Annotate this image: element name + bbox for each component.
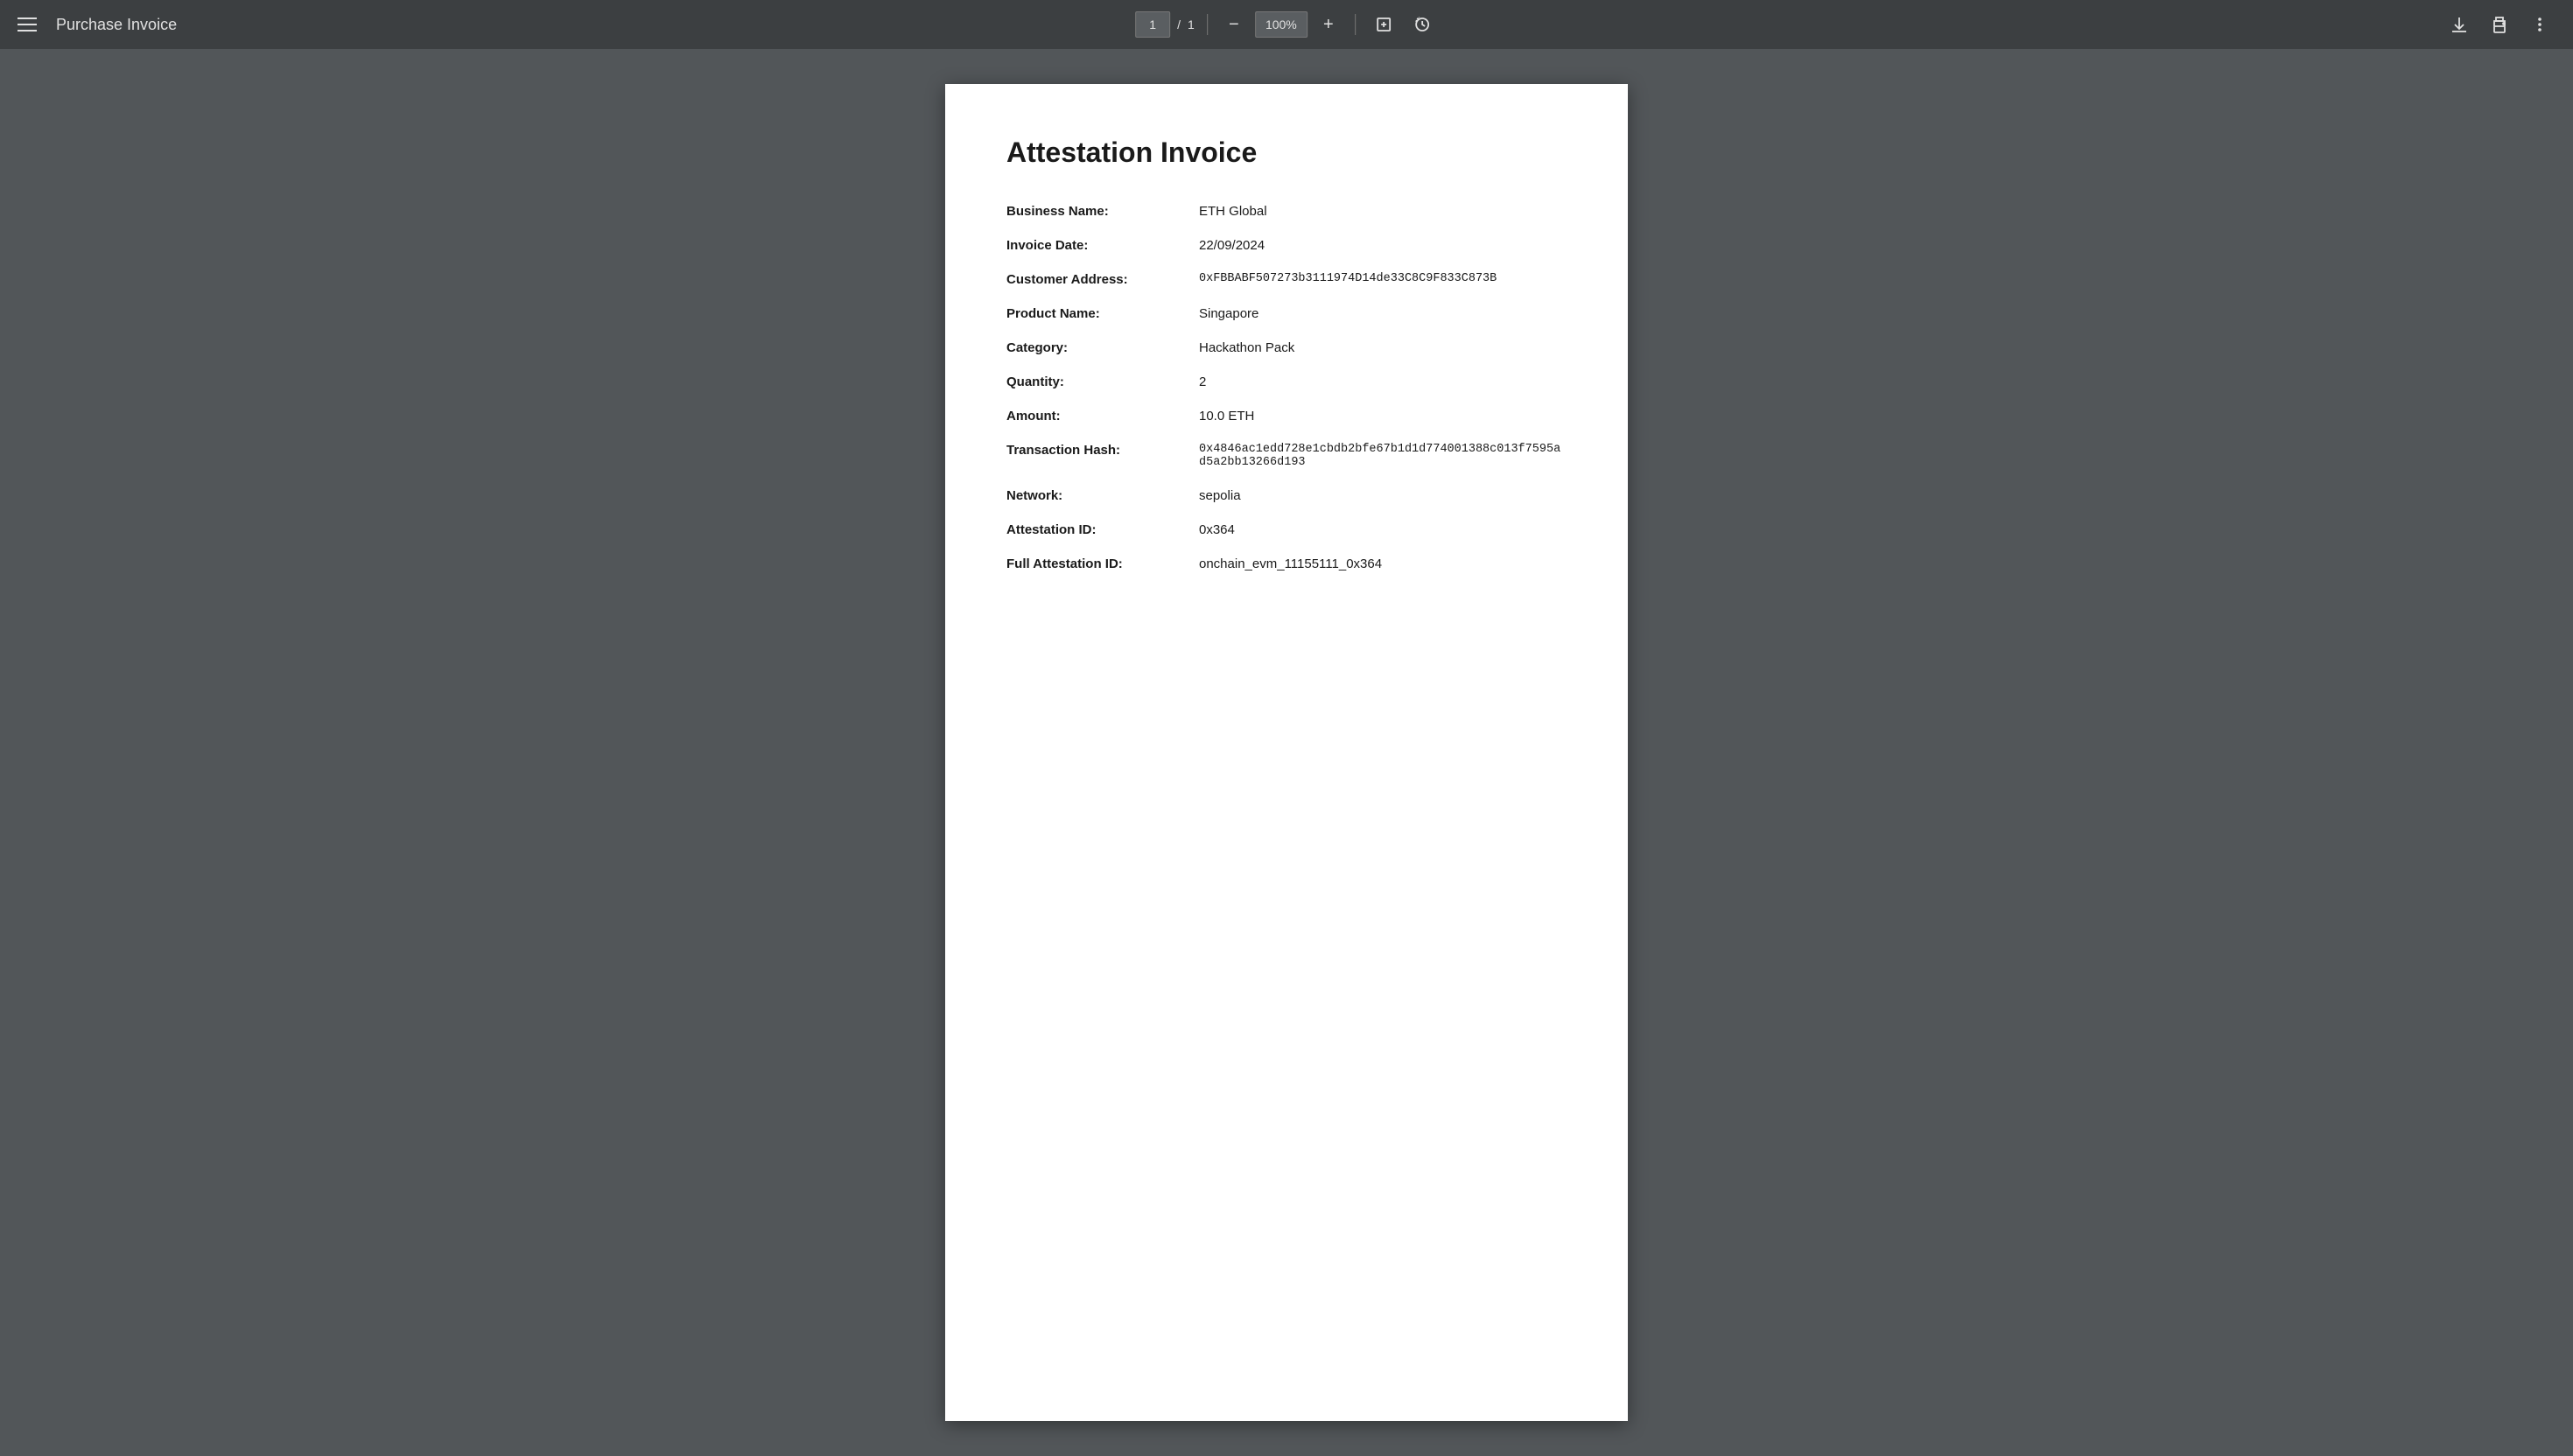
toolbar-center: / 1 − 100% + bbox=[1135, 9, 1438, 40]
document-title: Attestation Invoice bbox=[1006, 136, 1567, 169]
field-value-5: 2 bbox=[1199, 374, 1206, 389]
field-row: Product Name:Singapore bbox=[1006, 306, 1567, 321]
field-row: Customer Address:0xFBBABF507273b3111974D… bbox=[1006, 272, 1567, 287]
print-button[interactable] bbox=[2484, 9, 2515, 40]
field-label-1: Invoice Date: bbox=[1006, 238, 1199, 253]
more-options-button[interactable] bbox=[2524, 9, 2555, 40]
field-row: Transaction Hash:0x4846ac1edd728e1cbdb2b… bbox=[1006, 443, 1567, 469]
field-label-0: Business Name: bbox=[1006, 204, 1199, 219]
zoom-out-button[interactable]: − bbox=[1220, 10, 1248, 38]
field-row: Quantity:2 bbox=[1006, 374, 1567, 389]
field-value-4: Hackathon Pack bbox=[1199, 340, 1294, 355]
field-value-10: onchain_evm_11155111_0x364 bbox=[1199, 556, 1382, 571]
download-button[interactable] bbox=[2443, 9, 2475, 40]
toolbar-right bbox=[2443, 9, 2555, 40]
field-value-0: ETH Global bbox=[1199, 204, 1267, 219]
field-row: Invoice Date:22/09/2024 bbox=[1006, 238, 1567, 253]
field-row: Business Name:ETH Global bbox=[1006, 204, 1567, 219]
field-row: Amount:10.0 ETH bbox=[1006, 409, 1567, 424]
invoice-fields: Business Name:ETH Global Invoice Date:22/… bbox=[1006, 204, 1567, 571]
field-label-5: Quantity: bbox=[1006, 374, 1199, 389]
field-value-3: Singapore bbox=[1199, 306, 1258, 321]
pdf-viewer: Attestation Invoice Business Name:ETH Gl… bbox=[0, 49, 2573, 1456]
field-label-10: Full Attestation ID: bbox=[1006, 556, 1199, 571]
page-number-input[interactable] bbox=[1135, 11, 1170, 38]
zoom-level-display: 100% bbox=[1255, 11, 1308, 38]
field-value-9: 0x364 bbox=[1199, 522, 1235, 537]
history-button[interactable] bbox=[1406, 9, 1438, 40]
pdf-page: Attestation Invoice Business Name:ETH Gl… bbox=[945, 84, 1628, 1421]
field-label-6: Amount: bbox=[1006, 409, 1199, 424]
field-value-7: 0x4846ac1edd728e1cbdb2bfe67b1d1d77400138… bbox=[1199, 443, 1567, 469]
toolbar-title: Purchase Invoice bbox=[56, 16, 177, 34]
page-total: 1 bbox=[1188, 18, 1195, 32]
field-value-6: 10.0 ETH bbox=[1199, 409, 1254, 424]
field-label-9: Attestation ID: bbox=[1006, 522, 1199, 537]
fit-page-button[interactable] bbox=[1368, 9, 1399, 40]
field-row: Category:Hackathon Pack bbox=[1006, 340, 1567, 355]
field-value-2: 0xFBBABF507273b3111974D14de33C8C9F833C87… bbox=[1199, 272, 1497, 285]
field-label-2: Customer Address: bbox=[1006, 272, 1199, 287]
toolbar-left: Purchase Invoice bbox=[18, 12, 177, 37]
field-label-4: Category: bbox=[1006, 340, 1199, 355]
divider bbox=[1207, 14, 1208, 35]
divider2 bbox=[1355, 14, 1356, 35]
field-label-7: Transaction Hash: bbox=[1006, 443, 1199, 458]
zoom-in-button[interactable]: + bbox=[1315, 10, 1343, 38]
field-row: Full Attestation ID:onchain_evm_11155111… bbox=[1006, 556, 1567, 571]
field-value-1: 22/09/2024 bbox=[1199, 238, 1265, 253]
field-label-3: Product Name: bbox=[1006, 306, 1199, 321]
field-label-8: Network: bbox=[1006, 488, 1199, 503]
toolbar: Purchase Invoice / 1 − 100% + bbox=[0, 0, 2573, 49]
field-value-8: sepolia bbox=[1199, 488, 1241, 503]
field-row: Attestation ID:0x364 bbox=[1006, 522, 1567, 537]
menu-icon[interactable] bbox=[18, 12, 42, 37]
page-separator: / bbox=[1177, 18, 1181, 32]
field-row: Network:sepolia bbox=[1006, 488, 1567, 503]
